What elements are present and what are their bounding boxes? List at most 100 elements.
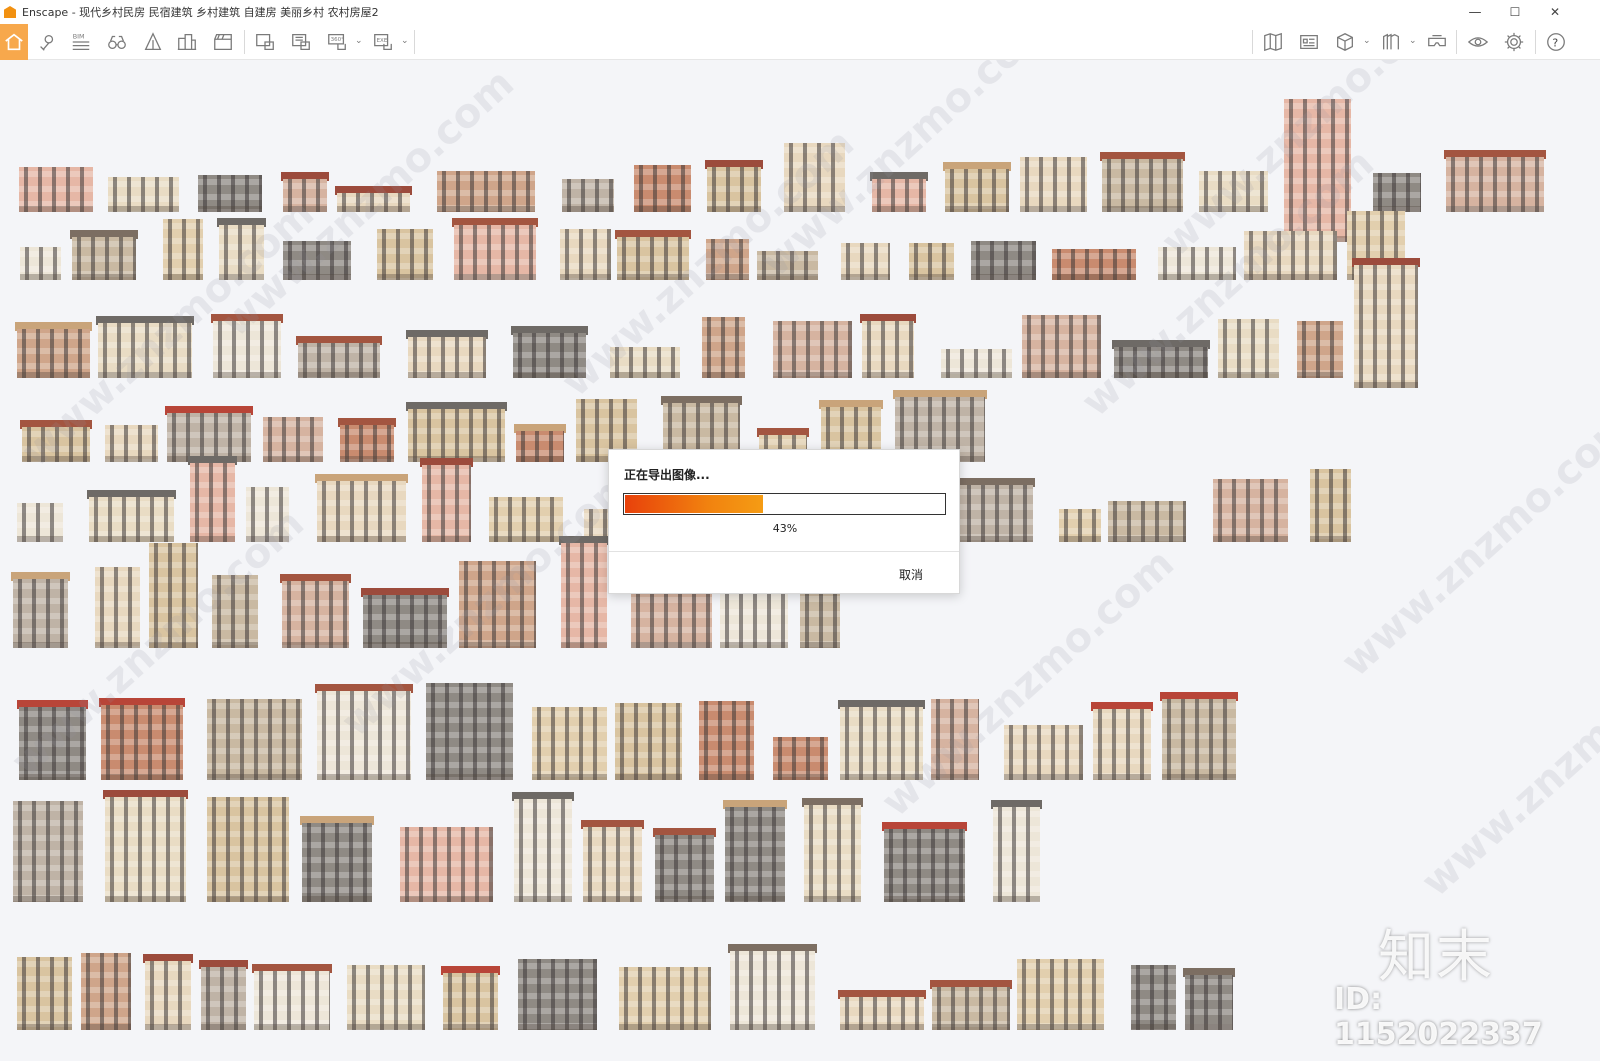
building-model <box>838 990 926 1030</box>
building-model <box>511 326 589 378</box>
building-model <box>459 554 536 648</box>
home-button[interactable] <box>0 24 28 60</box>
batch-render-button[interactable] <box>288 28 314 56</box>
close-button[interactable]: ✕ <box>1535 0 1575 24</box>
batch-render-icon <box>292 34 310 50</box>
building-model <box>142 954 194 1030</box>
building-model <box>211 568 258 648</box>
building-model <box>615 696 683 780</box>
building-model <box>722 800 788 902</box>
objects-dropdown-icon[interactable]: ⌄ <box>1363 36 1371 46</box>
building-model <box>859 314 916 378</box>
material-editor-button[interactable] <box>1378 28 1404 56</box>
views-button[interactable] <box>1260 28 1286 56</box>
building-model <box>206 790 290 902</box>
sky-button[interactable] <box>140 28 166 56</box>
building-model <box>361 588 450 648</box>
building-model <box>252 964 333 1030</box>
screenshot-button[interactable] <box>252 28 278 56</box>
asset-library-button[interactable] <box>1296 28 1322 56</box>
clapper-icon <box>214 34 232 50</box>
building-model <box>19 240 62 280</box>
title-bar: Enscape - 现代乡村民房 民宿建筑 乡村建筑 自建房 美丽乡村 农村房屋… <box>0 0 1600 24</box>
building-model <box>560 222 611 280</box>
progress-fill <box>625 495 764 513</box>
watermark-id: ID: 1152022337 <box>1334 982 1543 1052</box>
building-model <box>701 310 745 378</box>
location-button[interactable] <box>34 28 60 56</box>
building-model <box>706 232 750 280</box>
building-model <box>206 692 303 780</box>
building-model <box>559 536 610 648</box>
book-icon <box>1264 32 1282 52</box>
building-model <box>108 170 179 212</box>
building-model <box>869 172 928 212</box>
panorama-button[interactable]: 360° <box>324 28 350 56</box>
building-model <box>96 316 195 378</box>
export-button[interactable]: EXE <box>370 28 396 56</box>
building-model <box>990 800 1042 902</box>
asset-library-icon <box>1300 34 1318 50</box>
walk-mode-button[interactable] <box>104 28 130 56</box>
building-model <box>931 692 980 780</box>
bim-button[interactable]: BIM <box>68 28 94 56</box>
video-editor-button[interactable] <box>210 28 236 56</box>
building-model <box>940 342 1012 378</box>
building-model <box>971 234 1036 280</box>
building-model <box>1443 150 1546 212</box>
buildings-button[interactable] <box>174 28 200 56</box>
map-pin-icon <box>40 34 54 51</box>
building-model <box>1352 258 1421 388</box>
building-model <box>334 186 413 212</box>
building-model <box>1183 968 1235 1030</box>
sky-icon <box>144 32 162 50</box>
building-model <box>615 230 692 280</box>
export-dropdown-icon[interactable]: ⌄ <box>401 36 409 46</box>
building-model <box>1198 164 1269 212</box>
building-model <box>376 222 433 280</box>
building-model <box>562 172 614 212</box>
panorama-360-icon: 360° <box>328 34 346 50</box>
building-model <box>149 536 199 648</box>
window-title: Enscape - 现代乡村民房 民宿建筑 乡村建筑 自建房 美丽乡村 农村房屋… <box>22 6 379 19</box>
svg-text:BIM: BIM <box>73 32 85 40</box>
building-model <box>94 560 141 648</box>
material-dropdown-icon[interactable]: ⌄ <box>1409 36 1417 46</box>
panorama-dropdown-icon[interactable]: ⌄ <box>355 36 363 46</box>
building-model <box>15 322 92 378</box>
building-model <box>841 236 890 280</box>
material-icon <box>1383 33 1399 50</box>
building-model <box>69 230 138 280</box>
building-model <box>246 480 290 542</box>
building-model <box>1059 502 1101 542</box>
settings-button[interactable] <box>1501 28 1527 56</box>
building-model <box>1284 92 1351 242</box>
help-icon: ? <box>1547 33 1565 51</box>
binoculars-icon <box>108 35 126 50</box>
building-model <box>211 314 283 378</box>
watermark-text: www.znzmo.com <box>1412 620 1600 906</box>
building-model <box>517 952 598 1030</box>
export-progress-dialog: 正在导出图像... 43% 取消 <box>608 449 960 594</box>
building-model <box>98 698 186 780</box>
minimize-button[interactable]: — <box>1455 0 1495 24</box>
building-model <box>17 950 73 1030</box>
building-model <box>405 330 488 378</box>
export-exe-icon: EXE <box>374 34 392 50</box>
building-model <box>280 172 330 212</box>
building-model <box>162 212 203 280</box>
objects-button[interactable] <box>1332 28 1358 56</box>
maximize-button[interactable]: ☐ <box>1495 0 1535 24</box>
visual-settings-button[interactable] <box>1465 28 1491 56</box>
building-model <box>512 792 574 902</box>
building-model <box>17 496 63 542</box>
svg-text:360°: 360° <box>331 37 344 43</box>
building-model <box>784 136 846 212</box>
eye-icon <box>1467 37 1489 47</box>
cancel-button[interactable]: 取消 <box>899 566 923 583</box>
vr-button[interactable] <box>1424 28 1450 56</box>
building-model <box>1212 472 1289 542</box>
building-model <box>756 244 818 280</box>
help-button[interactable]: ? <box>1543 28 1569 56</box>
building-model <box>1243 224 1337 280</box>
